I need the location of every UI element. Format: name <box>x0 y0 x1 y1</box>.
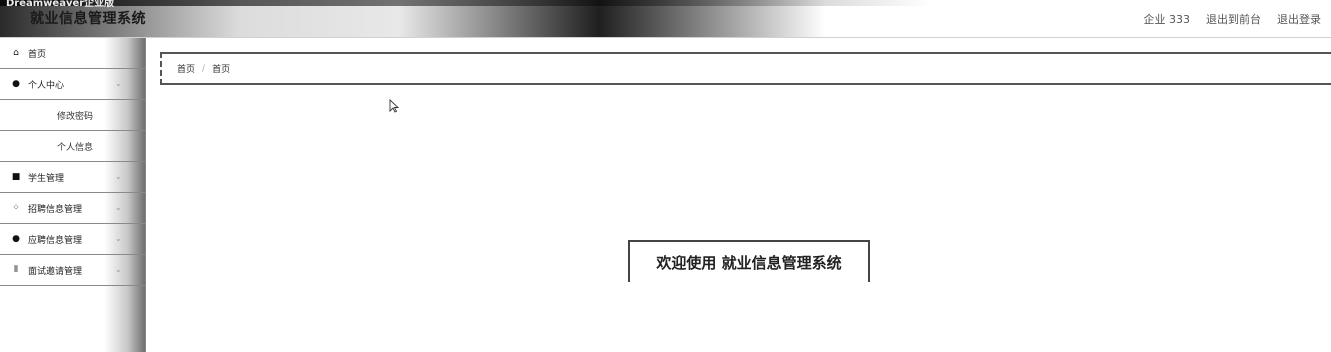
sidebar-item-personal-center[interactable]: ● 个人中心 ⌄ <box>0 69 145 100</box>
sidebar-subitem-change-password[interactable]: 修改密码 <box>0 100 145 131</box>
welcome-text: 欢迎使用 就业信息管理系统 <box>656 253 842 272</box>
sidebar-item-label: 个人中心 <box>28 80 65 91</box>
breadcrumb-root[interactable]: 首页 <box>177 62 195 75</box>
chevron-down-icon: ⌄ <box>115 265 122 274</box>
bars-icon: ⦀ <box>14 265 18 275</box>
sidebar-item-interview-management[interactable]: ⦀ 面试邀请管理 ⌄ <box>0 255 145 286</box>
logout-link[interactable]: 退出登录 <box>1277 11 1321 27</box>
chevron-down-icon: ⌄ <box>115 79 122 88</box>
chevron-down-icon: ⌄ <box>115 203 122 212</box>
sidebar-item-label: 应聘信息管理 <box>28 235 83 246</box>
user-icon: ● <box>12 79 20 89</box>
sidebar-item-home[interactable]: ⌂ 首页 <box>0 38 145 69</box>
sidebar: ⌂ 首页 ● 个人中心 ⌄ 修改密码 个人信息 ■ 学生管理 ⌄ ⁘ 招聘信息管… <box>0 38 146 352</box>
header-shade <box>0 0 1331 6</box>
back-to-front-link[interactable]: 退出到前台 <box>1206 11 1261 27</box>
welcome-panel: 欢迎使用 就业信息管理系统 <box>628 240 870 282</box>
sidebar-item-application-management[interactable]: ● 应聘信息管理 ⌄ <box>0 224 145 255</box>
sidebar-item-label: 面试邀请管理 <box>28 266 83 277</box>
header-links: 企业 333 退出到前台 退出登录 <box>1144 11 1322 27</box>
app-title: 就业信息管理系统 <box>30 11 146 27</box>
camera-icon: ■ <box>11 172 21 182</box>
grid-icon: ⁘ <box>12 203 20 213</box>
sidebar-item-label: 招聘信息管理 <box>28 204 83 215</box>
breadcrumb-separator: / <box>202 63 206 74</box>
breadcrumb-current: 首页 <box>212 65 231 75</box>
current-user-label[interactable]: 企业 333 <box>1144 11 1191 27</box>
top-header: Dreamweaver企业版 就业信息管理系统 企业 333 退出到前台 退出登… <box>0 0 1331 38</box>
sidebar-subitem-personal-info[interactable]: 个人信息 <box>0 131 145 162</box>
sidebar-item-student-management[interactable]: ■ 学生管理 ⌄ <box>0 162 145 193</box>
breadcrumb: 首页 / 首页 <box>160 52 1331 85</box>
sidebar-subitem-label: 个人信息 <box>57 142 94 153</box>
chevron-down-icon: ⌄ <box>115 172 122 181</box>
sidebar-item-recruitment-management[interactable]: ⁘ 招聘信息管理 ⌄ <box>0 193 145 224</box>
sidebar-item-label: 学生管理 <box>28 173 65 184</box>
location-icon: ● <box>12 234 20 244</box>
chevron-down-icon: ⌄ <box>115 234 122 243</box>
sidebar-subitem-label: 修改密码 <box>57 111 94 122</box>
home-icon: ⌂ <box>13 48 19 58</box>
mouse-cursor-icon <box>389 99 399 113</box>
sidebar-item-label: 首页 <box>28 49 47 60</box>
